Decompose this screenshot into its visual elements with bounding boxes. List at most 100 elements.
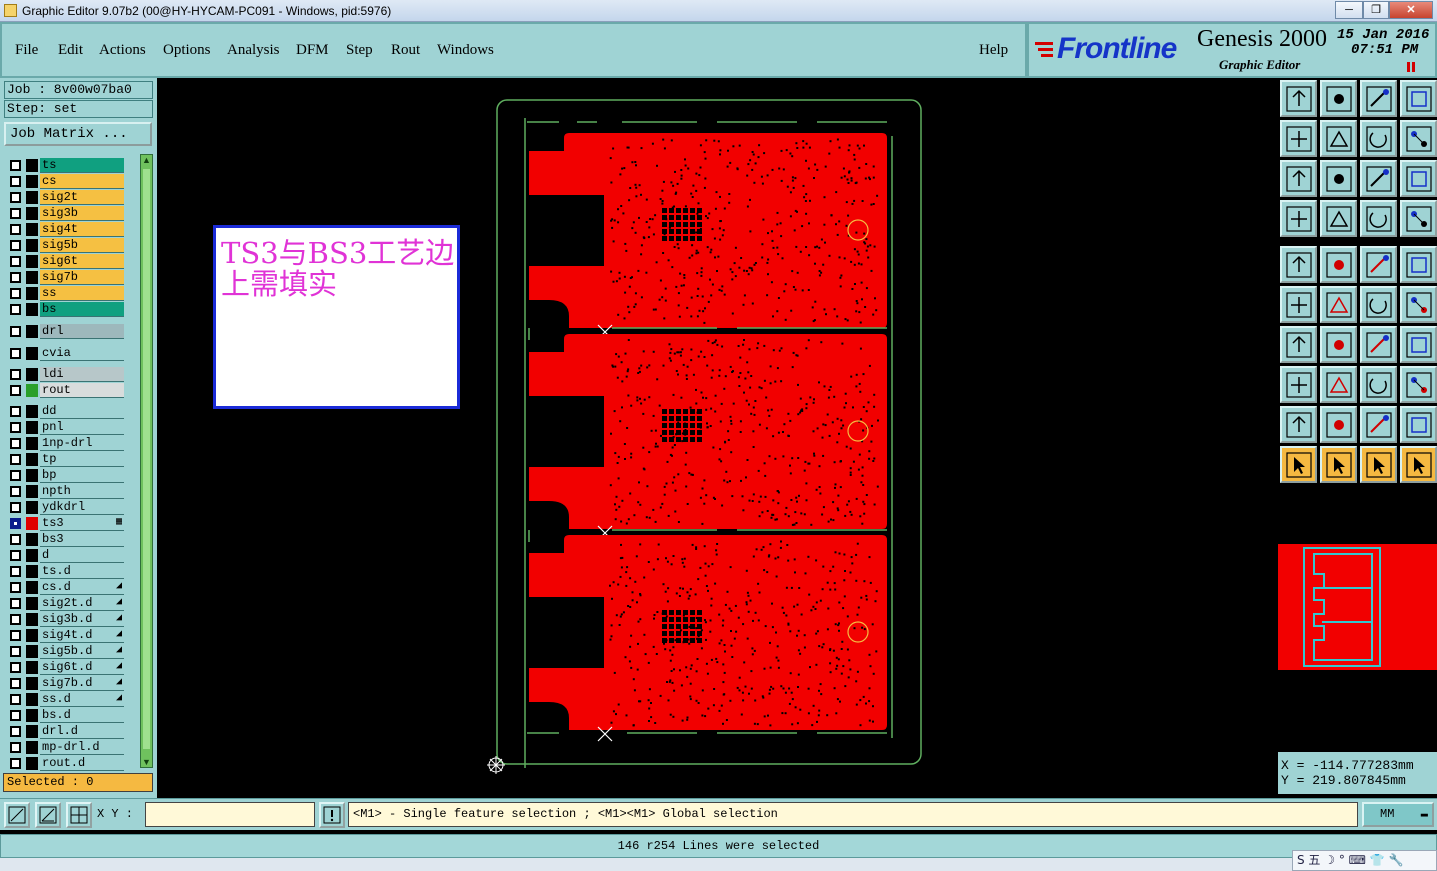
layer-checkbox[interactable] bbox=[10, 742, 21, 753]
layer-name[interactable]: sig4t bbox=[40, 222, 124, 237]
layer-name[interactable]: ldi bbox=[40, 367, 124, 382]
layer-name[interactable]: bs.d bbox=[40, 708, 124, 723]
layer-row-drl[interactable]: drl bbox=[4, 324, 124, 339]
layer-checkbox[interactable] bbox=[10, 224, 21, 235]
layer-row-dd[interactable]: dd bbox=[4, 404, 124, 419]
layer-name[interactable]: rout.d bbox=[40, 756, 124, 771]
layer-color-swatch[interactable] bbox=[26, 549, 38, 562]
layer-name[interactable]: sig3b bbox=[40, 206, 124, 221]
rotate-tool-button[interactable] bbox=[1360, 326, 1397, 363]
layer-color-swatch[interactable] bbox=[26, 437, 38, 450]
layer-row-bs[interactable]: bs bbox=[4, 302, 124, 317]
dot-tool-button[interactable] bbox=[1400, 246, 1437, 283]
flip-tool-button[interactable] bbox=[1400, 326, 1437, 363]
layer-checkbox[interactable] bbox=[10, 486, 21, 497]
layer-row-sig6t.d[interactable]: sig6t.d ◢ bbox=[4, 660, 124, 675]
menu-edit[interactable]: Edit bbox=[58, 42, 83, 59]
triangle-tool-button[interactable] bbox=[1280, 406, 1317, 443]
layer-color-swatch[interactable] bbox=[26, 175, 38, 188]
zoom-fit-tool-button[interactable] bbox=[1280, 160, 1317, 197]
layer-name[interactable]: sig7b.d ◢ bbox=[40, 676, 124, 691]
zoom-home-tool-button[interactable] bbox=[1320, 160, 1357, 197]
pointer-path-tool-button[interactable] bbox=[1400, 446, 1437, 483]
layer-checkbox[interactable] bbox=[10, 726, 21, 737]
pointer-box-tool-button[interactable] bbox=[1320, 446, 1357, 483]
layer-row-bs.d[interactable]: bs.d bbox=[4, 708, 124, 723]
layer-name[interactable]: sig6t bbox=[40, 254, 124, 269]
layer-row-cs[interactable]: cs bbox=[4, 174, 124, 189]
layer-name[interactable]: mp-drl.d bbox=[40, 740, 124, 755]
layer-color-swatch[interactable] bbox=[26, 533, 38, 546]
layer-row-rout.d[interactable]: rout.d bbox=[4, 756, 124, 771]
layer-checkbox[interactable] bbox=[10, 534, 21, 545]
scale-tool-button[interactable] bbox=[1360, 160, 1397, 197]
snap-tool-button[interactable] bbox=[1400, 120, 1437, 157]
layer-row-sig4t.d[interactable]: sig4t.d ◢ bbox=[4, 628, 124, 643]
layer-color-swatch[interactable] bbox=[26, 347, 38, 360]
menu-actions[interactable]: Actions bbox=[99, 42, 146, 59]
layer-row-pnl[interactable]: pnl bbox=[4, 420, 124, 435]
layer-color-swatch[interactable] bbox=[26, 239, 38, 252]
zoom-window-button[interactable] bbox=[4, 802, 30, 828]
layer-color-swatch[interactable] bbox=[26, 223, 38, 236]
scroll-down-icon[interactable]: ▼ bbox=[141, 757, 152, 767]
layer-checkbox[interactable] bbox=[10, 614, 21, 625]
layer-row-mp-drl.d[interactable]: mp-drl.d bbox=[4, 740, 124, 755]
layer-row-sig2t[interactable]: sig2t bbox=[4, 190, 124, 205]
maximize-button[interactable]: ❐ bbox=[1363, 1, 1389, 19]
layer-checkbox[interactable] bbox=[10, 470, 21, 481]
layer-name[interactable]: sig7b bbox=[40, 270, 124, 285]
layer-name[interactable]: sig3b.d ◢ bbox=[40, 612, 124, 627]
layer-name[interactable]: pnl bbox=[40, 420, 124, 435]
layer-color-swatch[interactable] bbox=[26, 725, 38, 738]
layer-checkbox[interactable] bbox=[10, 348, 21, 359]
grid-button[interactable] bbox=[66, 802, 92, 828]
layer-row-cvia[interactable]: cvia bbox=[4, 346, 124, 361]
layer-checkbox[interactable] bbox=[10, 662, 21, 673]
layer-checkbox[interactable] bbox=[10, 582, 21, 593]
layer-checkbox[interactable] bbox=[10, 598, 21, 609]
layer-row-1np-drl[interactable]: 1np-drl bbox=[4, 436, 124, 451]
menu-analysis[interactable]: Analysis bbox=[227, 42, 280, 59]
layer-color-swatch[interactable] bbox=[26, 581, 38, 594]
layer-name[interactable]: sig4t.d ◢ bbox=[40, 628, 124, 643]
layer-compare-tool-button[interactable] bbox=[1360, 200, 1397, 237]
move-tool-button[interactable] bbox=[1360, 286, 1397, 323]
units-select[interactable]: MM ▬ bbox=[1362, 802, 1434, 827]
arrow-arc-tool-button[interactable] bbox=[1360, 406, 1397, 443]
layer-row-ts[interactable]: ts bbox=[4, 158, 124, 173]
layer-color-swatch[interactable] bbox=[26, 325, 38, 338]
layer-checkbox[interactable] bbox=[10, 630, 21, 641]
step-out-tool-button[interactable] bbox=[1320, 120, 1357, 157]
layer-checkbox[interactable] bbox=[10, 369, 21, 380]
layer-name[interactable]: cvia bbox=[40, 346, 124, 361]
layer-color-swatch[interactable] bbox=[26, 629, 38, 642]
center-tool-button[interactable] bbox=[1360, 366, 1397, 403]
layer-color-swatch[interactable] bbox=[26, 661, 38, 674]
close-button[interactable]: ✕ bbox=[1389, 1, 1433, 19]
layer-row-rout[interactable]: rout bbox=[4, 383, 124, 398]
layer-color-swatch[interactable] bbox=[26, 693, 38, 706]
layer-color-swatch[interactable] bbox=[26, 303, 38, 316]
layer-checkbox[interactable] bbox=[10, 288, 21, 299]
pin-tool-button[interactable] bbox=[1320, 200, 1357, 237]
layer-row-sig5b[interactable]: sig5b bbox=[4, 238, 124, 253]
menu-windows[interactable]: Windows bbox=[437, 42, 494, 59]
alert-button[interactable] bbox=[319, 802, 345, 828]
window-tool-button[interactable] bbox=[1400, 80, 1437, 117]
layer-color-swatch[interactable] bbox=[26, 645, 38, 658]
layer-row-tp[interactable]: tp bbox=[4, 452, 124, 467]
layer-color-swatch[interactable] bbox=[26, 384, 38, 397]
layer-checkbox[interactable] bbox=[10, 758, 21, 769]
step-in-tool-button[interactable] bbox=[1280, 120, 1317, 157]
layer-color-swatch[interactable] bbox=[26, 405, 38, 418]
layer-checkbox[interactable] bbox=[10, 256, 21, 267]
layer-row-sig3b[interactable]: sig3b bbox=[4, 206, 124, 221]
layer-checkbox[interactable] bbox=[10, 160, 21, 171]
layer-name[interactable]: bs bbox=[40, 302, 124, 317]
measure-button[interactable] bbox=[35, 802, 61, 828]
layer-name[interactable]: sig5b bbox=[40, 238, 124, 253]
panel-up-tool-button[interactable] bbox=[1280, 80, 1317, 117]
layer-name[interactable]: ss.d ◢ bbox=[40, 692, 124, 707]
layer-name[interactable]: ydkdrl bbox=[40, 500, 124, 515]
